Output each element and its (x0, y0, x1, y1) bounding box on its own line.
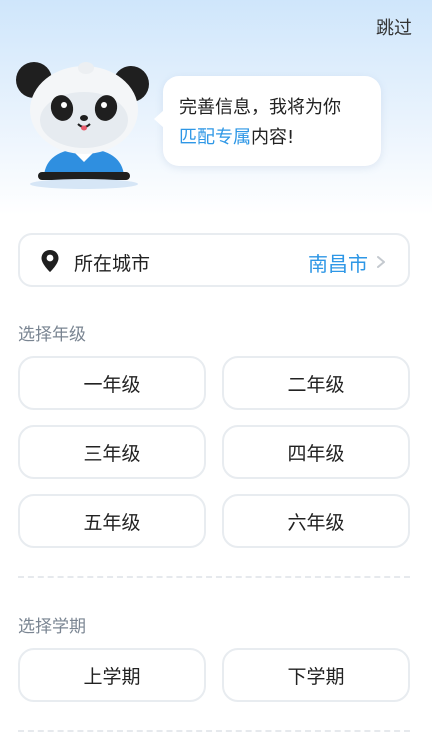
panda-mascot-icon (16, 62, 149, 189)
grade-section-title: 选择年级 (18, 325, 86, 345)
bubble-line-2: 匹配专属内容! (179, 123, 365, 153)
location-pin-icon (41, 250, 59, 272)
bubble-line-1: 完善信息，我将为你 (179, 97, 341, 118)
grade-option-1[interactable]: 一年级 (18, 356, 206, 410)
grade-option-2[interactable]: 二年级 (222, 356, 410, 410)
city-value: 南昌市 (308, 252, 368, 276)
bubble-accent-text: 匹配专属 (179, 127, 251, 148)
term-option-first[interactable]: 上学期 (18, 648, 206, 702)
chevron-right-icon (377, 256, 385, 268)
bubble-rest-text: 内容! (251, 127, 295, 148)
section-divider (18, 576, 410, 578)
grade-option-3[interactable]: 三年级 (18, 425, 206, 479)
grade-option-4[interactable]: 四年级 (222, 425, 410, 479)
grade-option-6[interactable]: 六年级 (222, 494, 410, 548)
welcome-speech-bubble: 完善信息，我将为你 匹配专属内容! (154, 76, 381, 166)
grade-option-5[interactable]: 五年级 (18, 494, 206, 548)
section-divider-bottom (18, 730, 410, 732)
term-section-title: 选择学期 (18, 617, 86, 637)
term-option-second[interactable]: 下学期 (222, 648, 410, 702)
city-label: 所在城市 (74, 253, 151, 275)
skip-button[interactable]: 跳过 (376, 14, 412, 40)
city-selector[interactable]: 所在城市 南昌市 (18, 233, 410, 287)
